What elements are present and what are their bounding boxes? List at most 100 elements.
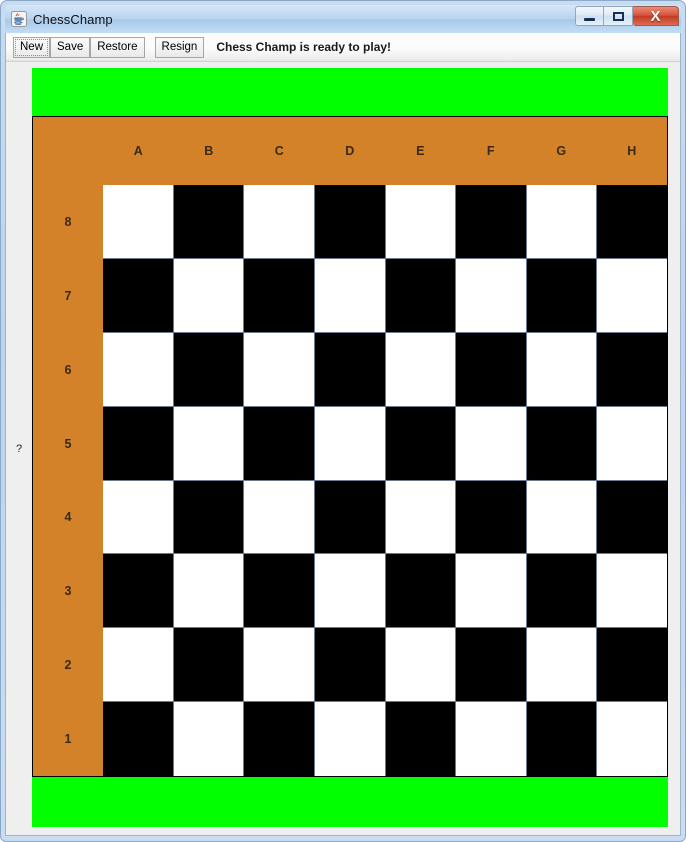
board-square-b7[interactable] (173, 258, 244, 332)
board-square-h1[interactable] (597, 702, 667, 776)
resign-button[interactable]: Resign (154, 36, 205, 58)
board-square-f6[interactable] (456, 332, 526, 406)
board-square-b2[interactable] (173, 628, 244, 702)
board-square-g2[interactable] (526, 628, 597, 702)
board-square-h2[interactable] (597, 628, 667, 702)
title-bar[interactable]: ChessChamp X (5, 5, 681, 33)
window-controls: X (575, 6, 679, 26)
board-square-b6[interactable] (173, 332, 244, 406)
board-square-c6[interactable] (244, 332, 314, 406)
board-square-g8[interactable] (526, 185, 597, 258)
board-square-e5[interactable] (385, 406, 456, 480)
restore-button[interactable]: Restore (90, 36, 145, 58)
board-square-a4[interactable] (103, 480, 173, 554)
board-square-e2[interactable] (385, 628, 456, 702)
bottom-captured-panel (32, 777, 668, 827)
board-square-d4[interactable] (314, 480, 385, 554)
board-square-d8[interactable] (314, 185, 385, 258)
board-square-e4[interactable] (385, 480, 456, 554)
board-square-d6[interactable] (314, 332, 385, 406)
save-button[interactable]: Save (50, 36, 91, 58)
rank-label-column: 8 7 6 5 4 3 2 1 (33, 185, 103, 776)
board-square-e7[interactable] (385, 258, 456, 332)
board-square-b3[interactable] (173, 554, 244, 628)
rank-label-4: 4 (64, 510, 72, 525)
board-square-d1[interactable] (314, 702, 385, 776)
board-rank-2 (103, 628, 667, 702)
board-square-c3[interactable] (244, 554, 314, 628)
resign-button-label: Resign (161, 41, 198, 53)
save-button-label: Save (57, 41, 84, 53)
game-content: ? A B C D E F G H 8 7 6 5 4 3 2 1 (6, 62, 680, 835)
close-icon: X (650, 7, 661, 25)
close-button[interactable]: X (633, 6, 679, 26)
board-square-g1[interactable] (526, 702, 597, 776)
board-square-f2[interactable] (456, 628, 526, 702)
board-square-e6[interactable] (385, 332, 456, 406)
maximize-icon (612, 11, 624, 21)
board-square-h5[interactable] (597, 406, 667, 480)
board-square-f3[interactable] (456, 554, 526, 628)
minimize-icon (584, 17, 595, 21)
board-square-c1[interactable] (244, 702, 314, 776)
board-square-a5[interactable] (103, 406, 173, 480)
minimize-button[interactable] (575, 6, 604, 26)
board-square-c7[interactable] (244, 258, 314, 332)
board-square-d7[interactable] (314, 258, 385, 332)
maximize-button[interactable] (604, 6, 633, 26)
rank-label-6: 6 (64, 362, 72, 377)
board-square-d3[interactable] (314, 554, 385, 628)
board-square-g6[interactable] (526, 332, 597, 406)
board-square-h8[interactable] (597, 185, 667, 258)
board-square-f4[interactable] (456, 480, 526, 554)
file-label-b: B (204, 144, 214, 158)
rank-label-1: 1 (64, 732, 72, 747)
board-square-g5[interactable] (526, 406, 597, 480)
rank-label-7: 7 (64, 288, 72, 303)
board-square-e3[interactable] (385, 554, 456, 628)
rank-label-5: 5 (64, 436, 72, 451)
board-square-b5[interactable] (173, 406, 244, 480)
board-square-f7[interactable] (456, 258, 526, 332)
file-label-d: D (345, 144, 355, 158)
board-square-b1[interactable] (173, 702, 244, 776)
board-square-c2[interactable] (244, 628, 314, 702)
board-square-f1[interactable] (456, 702, 526, 776)
java-coffee-cup-icon (11, 11, 27, 27)
board-square-b8[interactable] (173, 185, 244, 258)
board-square-g3[interactable] (526, 554, 597, 628)
board-square-a2[interactable] (103, 628, 173, 702)
board-body: 8 7 6 5 4 3 2 1 (33, 185, 667, 776)
toolbar: New Save Restore Resign Chess Champ is r… (6, 33, 680, 62)
help-marker: ? (16, 442, 23, 455)
board-square-b4[interactable] (173, 480, 244, 554)
board-square-c4[interactable] (244, 480, 314, 554)
board-square-h3[interactable] (597, 554, 667, 628)
board-square-d2[interactable] (314, 628, 385, 702)
board-square-e1[interactable] (385, 702, 456, 776)
board-rank-6 (103, 332, 667, 407)
board-square-g7[interactable] (526, 258, 597, 332)
board-square-d5[interactable] (314, 406, 385, 480)
board-square-a6[interactable] (103, 332, 173, 406)
board-square-f5[interactable] (456, 406, 526, 480)
board-square-a7[interactable] (103, 258, 173, 332)
file-label-h: H (627, 144, 637, 158)
board-square-g4[interactable] (526, 480, 597, 554)
board-square-a8[interactable] (103, 185, 173, 258)
status-message: Chess Champ is ready to play! (216, 40, 392, 54)
restore-button-label: Restore (97, 41, 138, 53)
board-square-e8[interactable] (385, 185, 456, 258)
board-square-c8[interactable] (244, 185, 314, 258)
file-label-g: G (556, 144, 567, 158)
board-square-f8[interactable] (456, 185, 526, 258)
board-square-a1[interactable] (103, 702, 173, 776)
board-square-h7[interactable] (597, 258, 667, 332)
chess-board-grid[interactable] (103, 185, 667, 776)
board-square-h4[interactable] (597, 480, 667, 554)
board-square-a3[interactable] (103, 554, 173, 628)
board-square-c5[interactable] (244, 406, 314, 480)
new-game-button-label: New (20, 41, 44, 53)
new-game-button[interactable]: New (13, 36, 51, 58)
board-square-h6[interactable] (597, 332, 667, 406)
